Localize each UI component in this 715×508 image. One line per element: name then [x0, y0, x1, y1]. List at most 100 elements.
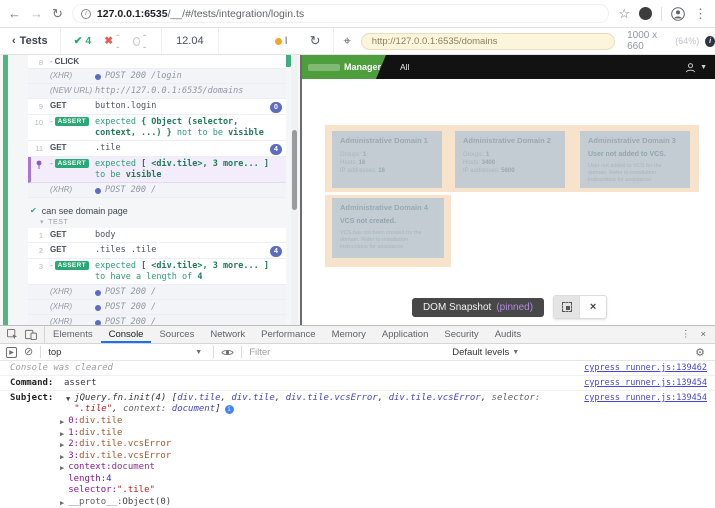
- failed-x-icon: ✖: [104, 35, 113, 47]
- bookmark-star-icon[interactable]: ☆: [618, 7, 630, 20]
- failed-count: --: [116, 29, 120, 53]
- object-property[interactable]: ▶selector: ".tile": [0, 485, 715, 497]
- yield-count-badge: 0: [270, 102, 282, 113]
- devtools-menu-icon[interactable]: ⋮: [681, 329, 691, 340]
- selector-playground-icon[interactable]: ⌖: [343, 33, 350, 49]
- inspect-element-icon[interactable]: [7, 329, 18, 340]
- log-row-xhr[interactable]: (XHR) POST 200 /: [28, 285, 286, 300]
- yield-count-badge: 4: [270, 246, 282, 257]
- log-row-new-url[interactable]: (NEW URL) http://127.0.0.1:6535/domains: [28, 84, 286, 99]
- tab-audits[interactable]: Audits: [487, 326, 529, 343]
- console-message-subject: Subject: ▼ jQuery.fn.init(4) [div.tile, …: [0, 391, 715, 416]
- page-info-icon[interactable]: i: [81, 9, 91, 19]
- tab-elements[interactable]: Elements: [45, 326, 101, 343]
- domain-tile[interactable]: Administrative Domain 1 Groups: 1 Hosts:…: [332, 131, 442, 188]
- tab-application[interactable]: Application: [374, 326, 436, 343]
- user-menu[interactable]: ▼: [685, 62, 707, 73]
- log-levels-dropdown[interactable]: Default levels ▼: [452, 347, 523, 358]
- scrollbar-thumb[interactable]: [292, 130, 297, 210]
- log-row-get[interactable]: 11 GET .tile 4: [28, 141, 286, 157]
- context-selector[interactable]: top ▼: [48, 347, 206, 358]
- log-row-xhr[interactable]: (XHR) POST 200 /: [28, 315, 286, 325]
- console-sidebar-icon[interactable]: ▶: [6, 347, 17, 358]
- app-url-bar[interactable]: http://127.0.0.1:6535/domains: [361, 33, 615, 50]
- disclosure-closed-icon: ▶: [58, 416, 68, 428]
- address-bar[interactable]: i 127.0.0.1:6535/__/#/tests/integration/…: [72, 4, 609, 23]
- object-property[interactable]: ▶length: 4: [0, 474, 715, 486]
- device-toolbar-icon[interactable]: [25, 329, 37, 340]
- child-dash-icon: -: [50, 159, 53, 168]
- log-row-get[interactable]: 1 GET body: [28, 228, 286, 243]
- devtools-close-icon[interactable]: ×: [700, 329, 706, 340]
- log-row-assert[interactable]: 3 -ASSERT expected [ <div.tile>, 3 more.…: [28, 259, 286, 285]
- log-row-get[interactable]: 2 GET .tiles .tile 4: [28, 243, 286, 259]
- tab-sources[interactable]: Sources: [151, 326, 202, 343]
- child-dash-icon: -: [50, 261, 53, 270]
- object-property[interactable]: ▶1: div.tile: [0, 428, 715, 440]
- nav-tab-all[interactable]: All: [400, 62, 409, 72]
- caret-down-icon: ▼: [195, 349, 206, 356]
- profile-icon[interactable]: [671, 7, 685, 21]
- log-row-xhr[interactable]: (XHR) POST 200 /: [28, 183, 286, 198]
- back-to-tests-button[interactable]: ‹ Tests: [0, 28, 61, 54]
- console-filter-input[interactable]: [249, 347, 439, 358]
- divider: [333, 28, 334, 55]
- tab-memory[interactable]: Memory: [324, 326, 374, 343]
- tab-network[interactable]: Network: [202, 326, 253, 343]
- source-link[interactable]: cypress_runner.js:139454: [574, 378, 707, 389]
- object-property[interactable]: ▶context: document: [0, 462, 715, 474]
- log-row-click[interactable]: 8 -CLICK: [28, 55, 286, 69]
- orange-dot-icon: [275, 38, 282, 45]
- live-expression-eye-icon[interactable]: [221, 348, 234, 357]
- divider: [241, 346, 242, 358]
- source-link[interactable]: cypress_runner.js:139454: [574, 393, 707, 404]
- tab-performance[interactable]: Performance: [253, 326, 323, 343]
- log-row-get[interactable]: 9 GET button.login 0: [28, 99, 286, 115]
- brand-logo-icon: [308, 64, 340, 71]
- pin-icon: [35, 160, 43, 170]
- tab-console[interactable]: Console: [101, 326, 152, 343]
- extension-icon[interactable]: [639, 7, 652, 20]
- snapshot-toggle-button[interactable]: [554, 296, 580, 318]
- log-row-xhr[interactable]: (XHR) POST 200 /login: [28, 69, 286, 84]
- tab-security[interactable]: Security: [436, 326, 486, 343]
- viewport-info-icon[interactable]: i: [705, 36, 715, 47]
- xhr-dot-icon: [95, 74, 101, 80]
- clear-console-icon[interactable]: ⊘: [24, 347, 33, 358]
- domain-tile-error[interactable]: Administrative Domain 3 User not added t…: [580, 131, 690, 188]
- object-property[interactable]: ▶0: div.tile: [0, 416, 715, 428]
- log-row-assert-pinned[interactable]: -ASSERT expected [ <div.tile>, 3 more...…: [28, 157, 286, 183]
- restart-tests-icon[interactable]: ↻: [310, 33, 321, 49]
- studio-indicator[interactable]: I: [275, 35, 288, 47]
- unpin-close-button[interactable]: ×: [580, 296, 606, 318]
- menu-dots-icon[interactable]: ⋮: [694, 7, 707, 20]
- source-link[interactable]: cypress_runner.js:139462: [574, 363, 707, 374]
- test-title[interactable]: ✔ can see domain page: [28, 204, 286, 217]
- test-stats: ✔4 ✖-- --: [61, 28, 162, 54]
- forward-icon[interactable]: →: [30, 7, 43, 20]
- log-scrollbar[interactable]: [291, 55, 298, 325]
- domain-tile[interactable]: Administrative Domain 2 Groups: 1 Hosts:…: [455, 131, 565, 188]
- console-settings-gear-icon[interactable]: ⚙: [695, 346, 709, 359]
- passed-count: 4: [85, 35, 91, 47]
- disclosure-open-icon[interactable]: ▼: [64, 393, 74, 405]
- object-property[interactable]: ▶2: div.tile.vcsError: [0, 439, 715, 451]
- log-row-assert[interactable]: 10 -ASSERT expected { Object (selector, …: [28, 115, 286, 141]
- close-icon: ×: [590, 301, 596, 313]
- info-badge-icon: i: [225, 405, 234, 414]
- console-toolbar: ▶ ⊘ top ▼ Default levels ▼ ⚙: [0, 344, 715, 361]
- child-dash-icon: -: [50, 117, 53, 126]
- object-property[interactable]: ▶3: div.tile.vcsError: [0, 451, 715, 463]
- back-icon[interactable]: ←: [8, 7, 21, 20]
- snapshot-icon: [562, 302, 572, 312]
- test-section-header[interactable]: ▾ TEST: [28, 217, 286, 228]
- test-passed-strip: [3, 55, 8, 325]
- object-property[interactable]: ▶__proto__: Object(0): [0, 497, 715, 508]
- app-header: Manager All ▼: [302, 55, 715, 79]
- divider: [40, 346, 41, 358]
- caret-down-icon: ▼: [700, 64, 707, 71]
- object-preview[interactable]: jQuery.fn.init(4) [div.tile, div.tile, d…: [74, 393, 574, 415]
- reload-icon[interactable]: ↻: [52, 7, 63, 20]
- domain-tile-error[interactable]: Administrative Domain 4 VCS not created.…: [332, 198, 444, 258]
- log-row-xhr[interactable]: (XHR) POST 200 /: [28, 300, 286, 315]
